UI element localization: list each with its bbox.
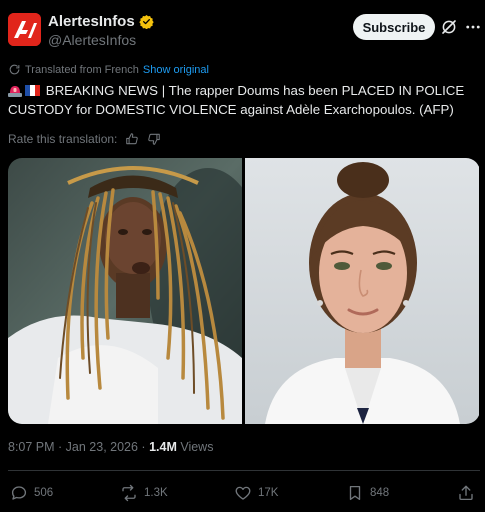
repost-button[interactable]: 1.3K [120,480,168,506]
share-icon [459,485,473,501]
photo-left[interactable] [8,158,242,424]
like-button[interactable]: 17K [234,480,278,506]
verified-badge-icon [139,14,154,29]
thumbs-up-icon[interactable] [125,132,139,146]
reply-icon [11,486,27,500]
rate-translation-label: Rate this translation: [8,132,118,146]
tweet-text: BREAKING NEWS | The rapper Doums has bee… [8,81,478,119]
bookmark-icon [349,485,361,501]
tweet-meta: 8:07 PM · Jan 23, 2026 · 1.4M Views [8,440,213,454]
photo-right[interactable] [245,158,479,424]
tweet-media [8,158,480,424]
avatar[interactable] [8,13,41,46]
bookmark-count: 848 [370,487,390,499]
thumbs-down-icon[interactable] [147,132,161,146]
like-count: 17K [258,487,279,499]
tweet-body: BREAKING NEWS | The rapper Doums has bee… [8,83,465,117]
tweet-actions: 506 1.3K 17K 848 [0,480,485,506]
share-button[interactable] [457,480,475,506]
divider [8,470,480,471]
tweet-header: AlertesInfos @AlertesInfos Subscribe [0,0,485,56]
france-flag-emoji-icon [25,85,40,96]
show-original-link[interactable]: Show original [143,64,209,76]
reply-count: 506 [34,487,54,499]
account-handle[interactable]: @AlertesInfos [48,32,136,48]
repost-count: 1.3K [144,487,168,499]
heart-icon [235,486,251,500]
translate-icon [9,64,20,75]
tweet-timestamp[interactable]: 8:07 PM · Jan 23, 2026 · [8,440,149,454]
views-label: Views [176,440,214,454]
translation-notice-text: Translated from French [25,63,139,76]
translation-notice: Translated from French Show original [8,63,209,76]
account-name-text[interactable]: AlertesInfos [48,13,135,30]
account-name[interactable]: AlertesInfos [48,13,154,30]
views-count: 1.4M [149,440,177,454]
bookmark-button[interactable]: 848 [346,480,389,506]
reply-button[interactable]: 506 [10,480,53,506]
rate-translation: Rate this translation: [8,132,161,146]
subscribe-button[interactable]: Subscribe [353,14,435,40]
police-light-emoji-icon [8,86,22,97]
more-options-icon[interactable] [464,18,482,36]
grok-icon[interactable] [440,18,458,36]
repost-icon [122,484,136,502]
